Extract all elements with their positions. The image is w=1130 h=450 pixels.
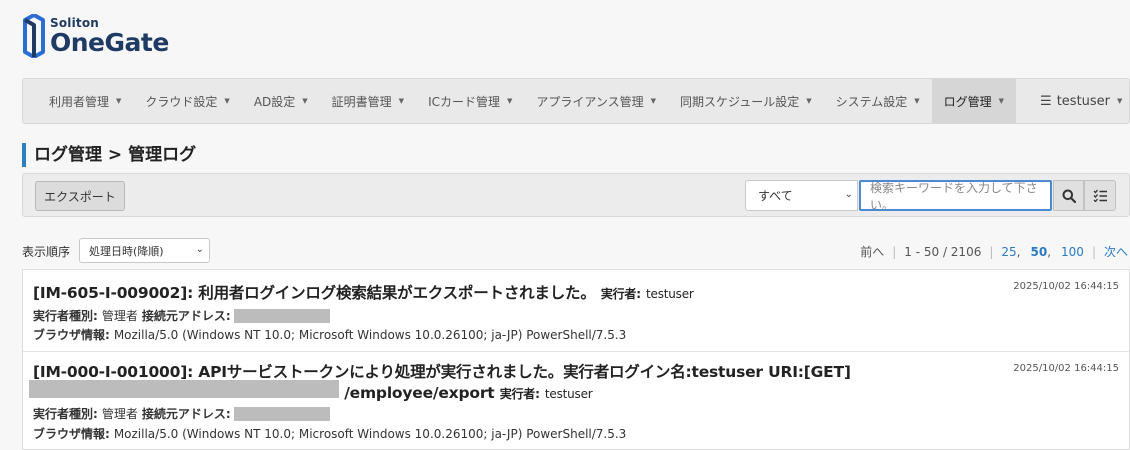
source-address-label: 接続元アドレス:: [141, 309, 231, 323]
nav-item-label: アプライアンス管理: [536, 94, 644, 109]
executor-type-value: 管理者: [101, 309, 138, 323]
caret-down-icon: ▼: [998, 97, 1005, 105]
redacted-ip-address: [233, 406, 330, 421]
main-navbar: 利用者管理 ▼ クラウド設定 ▼ AD設定 ▼ 証明書管理 ▼ ICカード管理 ▼ アプラ…: [22, 78, 1130, 124]
browser-info-label: ブラウザ情報:: [33, 427, 110, 441]
nav-item-label: 同期スケジュール設定: [680, 94, 800, 109]
pager-separator: |: [892, 244, 897, 259]
onegate-logo-icon: [23, 14, 45, 58]
redacted-url: [29, 380, 339, 398]
log-detail-line: 実行者種別: 管理者 接続元アドレス:: [33, 307, 330, 324]
browser-info-value: Mozilla/5.0 (Windows NT 10.0; Microsoft …: [113, 327, 627, 342]
export-button[interactable]: エクスポート: [35, 181, 125, 211]
caret-down-icon: ▼: [224, 97, 230, 105]
browser-info-value: Mozilla/5.0 (Windows NT 10.0; Microsoft …: [113, 426, 627, 441]
page-range: 1 - 50 / 2106: [904, 244, 982, 259]
nav-item-label: ICカード管理: [428, 94, 500, 109]
caret-down-icon: ▼: [806, 97, 812, 105]
nav-item-appliance-management[interactable]: アプライアンス管理 ▼: [524, 79, 668, 123]
caret-down-icon: ▼: [914, 97, 920, 105]
log-toolbar: エクスポート すべて ⌄ 検索キーワードを入力して下さい。: [22, 173, 1130, 217]
log-title-continuation: /employee/export 実行者: testuser: [29, 380, 593, 402]
hamburger-icon: ☰: [1040, 93, 1052, 109]
pager-separator: |: [1091, 244, 1096, 259]
checklist-icon: [1093, 189, 1107, 202]
chevron-down-icon: ⌄: [844, 189, 853, 200]
executor-label: 実行者:: [600, 287, 641, 301]
log-entry[interactable]: [IM-605-I-009002]: 利用者ログインログ検索結果がエクスポートさ…: [23, 270, 1129, 352]
search-button[interactable]: [1053, 180, 1084, 211]
advanced-filter-button[interactable]: [1084, 180, 1116, 211]
caret-down-icon: ▼: [1117, 97, 1123, 105]
log-entry[interactable]: [IM-000-I-001000]: APIサービストークンにより処理が実行され…: [23, 352, 1129, 449]
nav-item-label: クラウド設定: [145, 94, 218, 109]
log-browser-line: ブラウザ情報: Mozilla/5.0 (Windows NT 10.0; Mi…: [33, 326, 626, 343]
nav-user-menu[interactable]: ☰ testuser ▼: [1016, 79, 1130, 123]
search-icon: [1062, 189, 1076, 203]
sort-order-select[interactable]: 処理日時(降順) ⌄: [79, 238, 210, 263]
log-timestamp: 2025/10/02 16:44:15: [1013, 281, 1119, 292]
source-address-label: 接続元アドレス:: [141, 407, 231, 421]
executor-value: testuser: [544, 387, 593, 401]
executor-value: testuser: [646, 287, 694, 301]
pager-separator: |: [989, 244, 994, 259]
chevron-down-icon: ⌄: [195, 244, 204, 255]
nav-item-certificate-management[interactable]: 証明書管理 ▼: [320, 79, 416, 123]
page-title: ログ管理 > 管理ログ: [22, 143, 196, 167]
nav-item-label: 利用者管理: [49, 94, 110, 109]
redacted-ip-address: [233, 308, 330, 323]
prev-page-link[interactable]: 前へ: [860, 243, 884, 260]
logo-brand-big: OneGate: [50, 28, 169, 57]
nav-item-sync-schedule[interactable]: 同期スケジュール設定 ▼: [668, 79, 824, 123]
log-title: [IM-605-I-009002]: 利用者ログインログ検索結果がエクスポートさ…: [33, 281, 694, 303]
log-message: [IM-605-I-009002]: 利用者ログインログ検索結果がエクスポートさ…: [33, 284, 596, 302]
nav-item-label: ログ管理: [943, 94, 992, 109]
log-list: [IM-605-I-009002]: 利用者ログインログ検索結果がエクスポートさ…: [22, 269, 1130, 450]
search-scope-value: すべて: [758, 189, 793, 203]
log-detail-line: 実行者種別: 管理者 接続元アドレス:: [33, 405, 330, 422]
executor-label: 実行者:: [499, 387, 540, 401]
nav-item-log-management[interactable]: ログ管理 ▼: [931, 79, 1017, 123]
search-input[interactable]: 検索キーワードを入力して下さい。: [859, 180, 1052, 212]
nav-item-label: 証明書管理: [331, 94, 392, 109]
nav-item-system-settings[interactable]: システム設定 ▼: [824, 79, 932, 123]
log-message: [IM-000-I-001000]: APIサービストークンにより処理が実行され…: [33, 363, 851, 381]
nav-item-user-management[interactable]: 利用者管理 ▼: [23, 79, 133, 123]
page-size-25[interactable]: 25: [1001, 245, 1016, 259]
caret-down-icon: ▼: [398, 97, 405, 105]
caret-down-icon: ▼: [302, 97, 308, 105]
log-message-continuation: /employee/export: [344, 384, 495, 402]
caret-down-icon: ▼: [650, 97, 657, 105]
nav-item-ad-settings[interactable]: AD設定 ▼: [242, 79, 320, 123]
nav-item-label: システム設定: [835, 94, 908, 109]
log-title: [IM-000-I-001000]: APIサービストークンにより処理が実行され…: [33, 360, 851, 382]
soliton-onegate-logo[interactable]: Soliton OneGate: [22, 14, 169, 62]
sort-order-label: 表示順序: [22, 245, 71, 259]
nav-user-label: testuser: [1056, 93, 1111, 109]
caret-down-icon: ▼: [506, 97, 513, 105]
page-size-50[interactable]: 50: [1031, 245, 1048, 259]
pagination: 前へ | 1 - 50 / 2106 | 25, 50, 100 | 次へ: [860, 243, 1128, 260]
log-timestamp: 2025/10/02 16:44:15: [1013, 363, 1119, 374]
caret-down-icon: ▼: [116, 97, 122, 105]
sort-order-value: 処理日時(降順): [89, 244, 164, 258]
nav-item-label: AD設定: [253, 94, 296, 109]
page-size-100[interactable]: 100: [1061, 245, 1084, 259]
executor-type-value: 管理者: [101, 407, 138, 421]
nav-item-ic-card-management[interactable]: ICカード管理 ▼: [416, 79, 524, 123]
executor-type-label: 実行者種別:: [33, 407, 98, 421]
search-scope-select[interactable]: すべて ⌄: [745, 180, 858, 211]
executor-type-label: 実行者種別:: [33, 309, 98, 323]
nav-item-cloud-settings[interactable]: クラウド設定 ▼: [133, 79, 241, 123]
log-browser-line: ブラウザ情報: Mozilla/5.0 (Windows NT 10.0; Mi…: [33, 425, 626, 442]
next-page-link[interactable]: 次へ: [1104, 243, 1128, 260]
browser-info-label: ブラウザ情報:: [33, 328, 110, 342]
